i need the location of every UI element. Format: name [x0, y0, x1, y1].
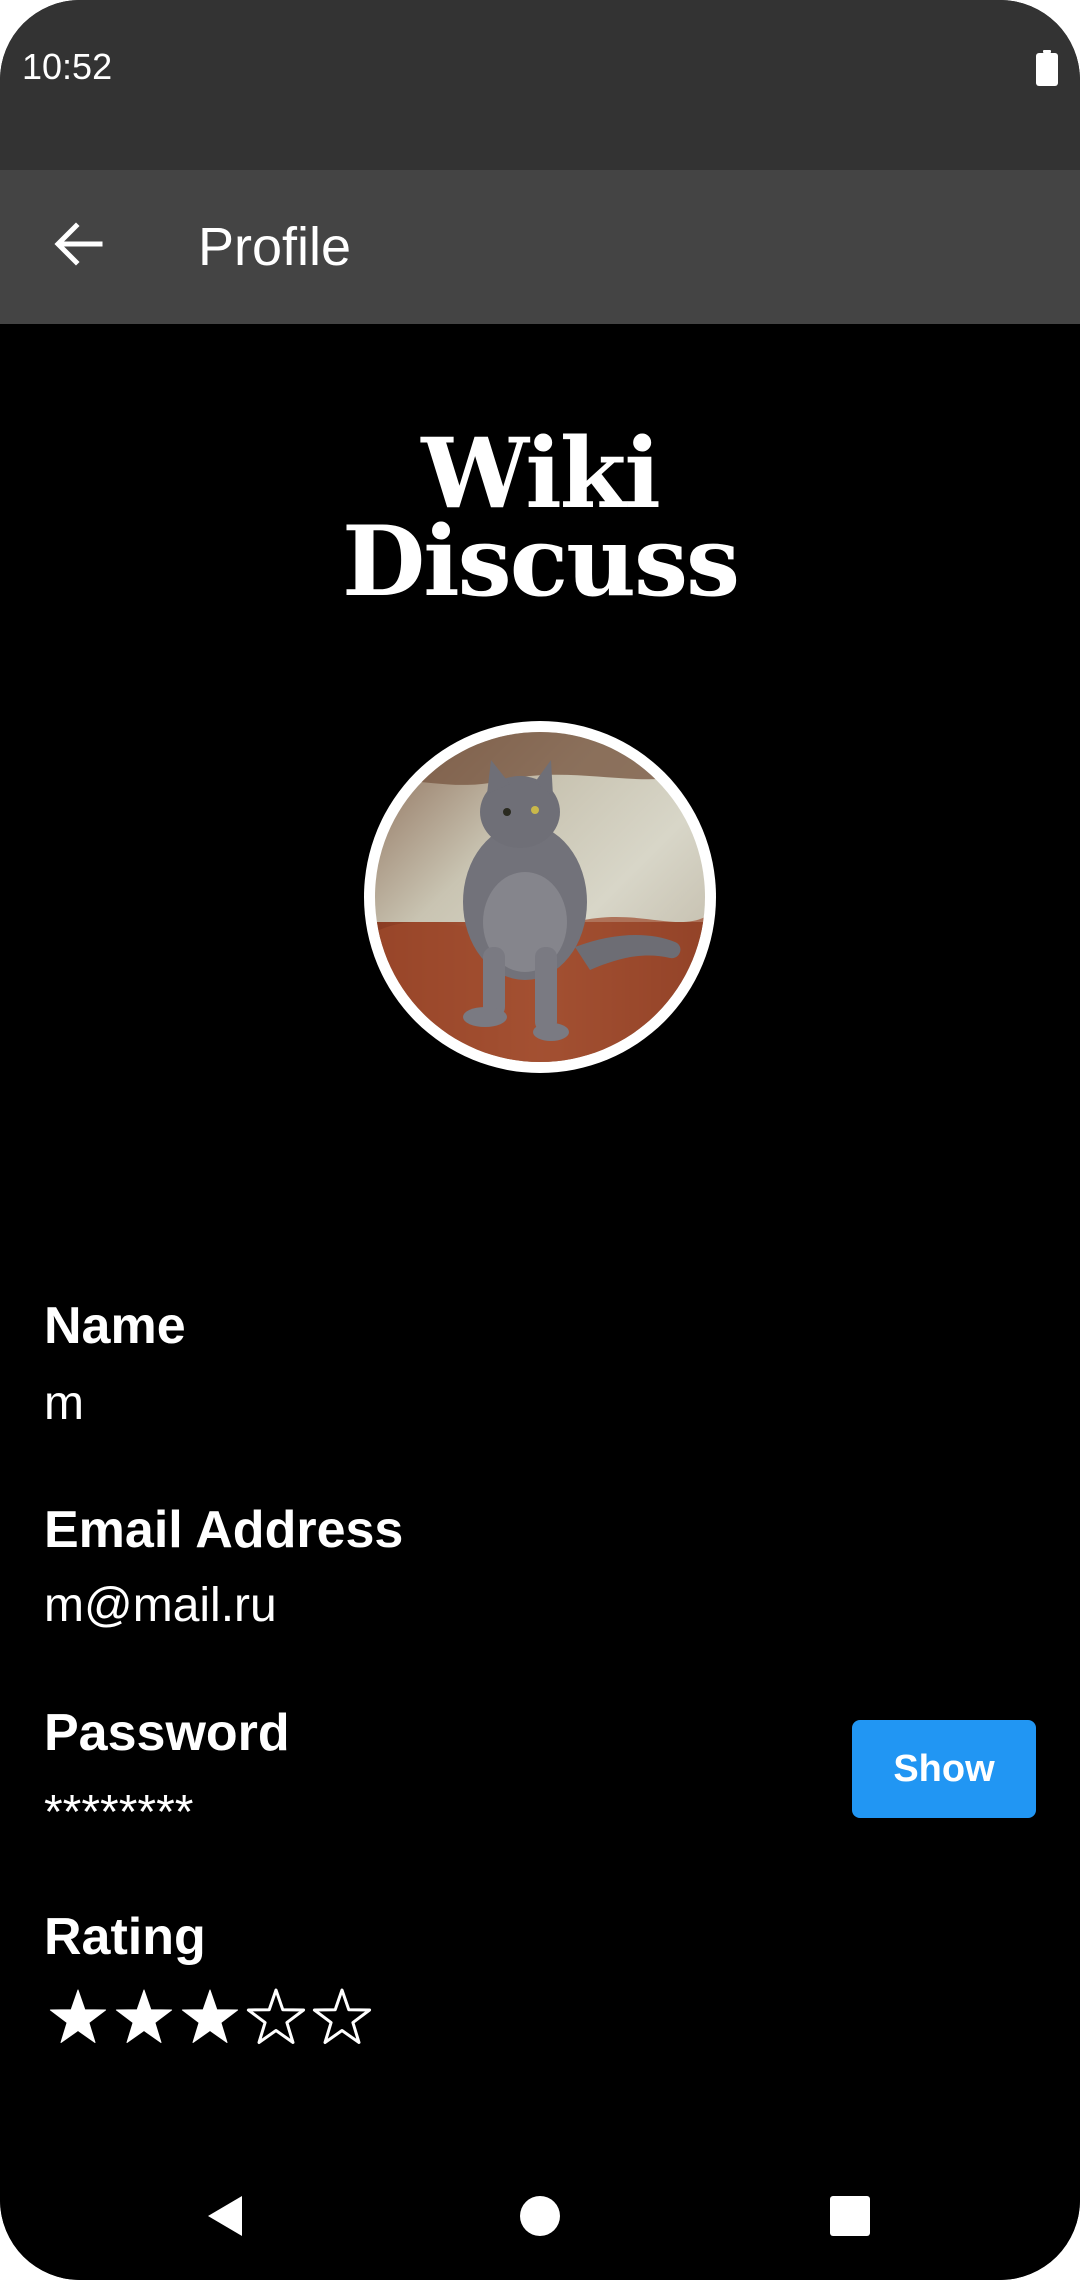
nav-back-triangle-icon: [208, 2196, 242, 2236]
status-bar: 10:52: [0, 0, 1080, 170]
password-label: Password: [44, 1704, 290, 1762]
avatar[interactable]: [364, 721, 716, 1073]
nav-home-button[interactable]: [498, 2174, 582, 2258]
back-button[interactable]: [38, 204, 118, 284]
profile-photo-cat: [375, 732, 705, 1062]
name-value: m: [44, 1377, 84, 1430]
star-filled-icon[interactable]: [112, 1986, 178, 2050]
rating-label: Rating: [44, 1908, 206, 1966]
rating-stars[interactable]: [46, 1986, 376, 2050]
status-time: 10:52: [22, 46, 113, 87]
password-value: ********: [44, 1786, 194, 1839]
app-logo: Wiki Discuss: [0, 426, 1080, 618]
star-outline-icon[interactable]: [244, 1986, 310, 2050]
nav-home-circle-icon: [520, 2196, 560, 2236]
logo-line-2: Discuss: [341, 505, 740, 618]
page-title: Profile: [198, 217, 352, 277]
email-value: m@mail.ru: [44, 1579, 277, 1632]
battery-full-icon: [1036, 50, 1058, 86]
app-bar: Profile: [0, 170, 1080, 324]
star-filled-icon[interactable]: [46, 1986, 112, 2050]
star-filled-icon[interactable]: [178, 1986, 244, 2050]
star-outline-icon[interactable]: [310, 1986, 376, 2050]
nav-recents-button[interactable]: [808, 2174, 892, 2258]
arrow-back-icon: [54, 222, 103, 266]
phone-screen: 10:52 Profile Wiki Discuss Name m Email …: [0, 0, 1080, 2280]
nav-recents-square-icon: [830, 2196, 870, 2236]
system-nav-bar: [0, 2152, 1080, 2280]
nav-back-button[interactable]: [184, 2174, 268, 2258]
email-label: Email Address: [44, 1501, 404, 1559]
name-label: Name: [44, 1297, 186, 1355]
avatar-photo: [375, 732, 705, 1062]
show-password-button[interactable]: Show: [852, 1720, 1036, 1818]
